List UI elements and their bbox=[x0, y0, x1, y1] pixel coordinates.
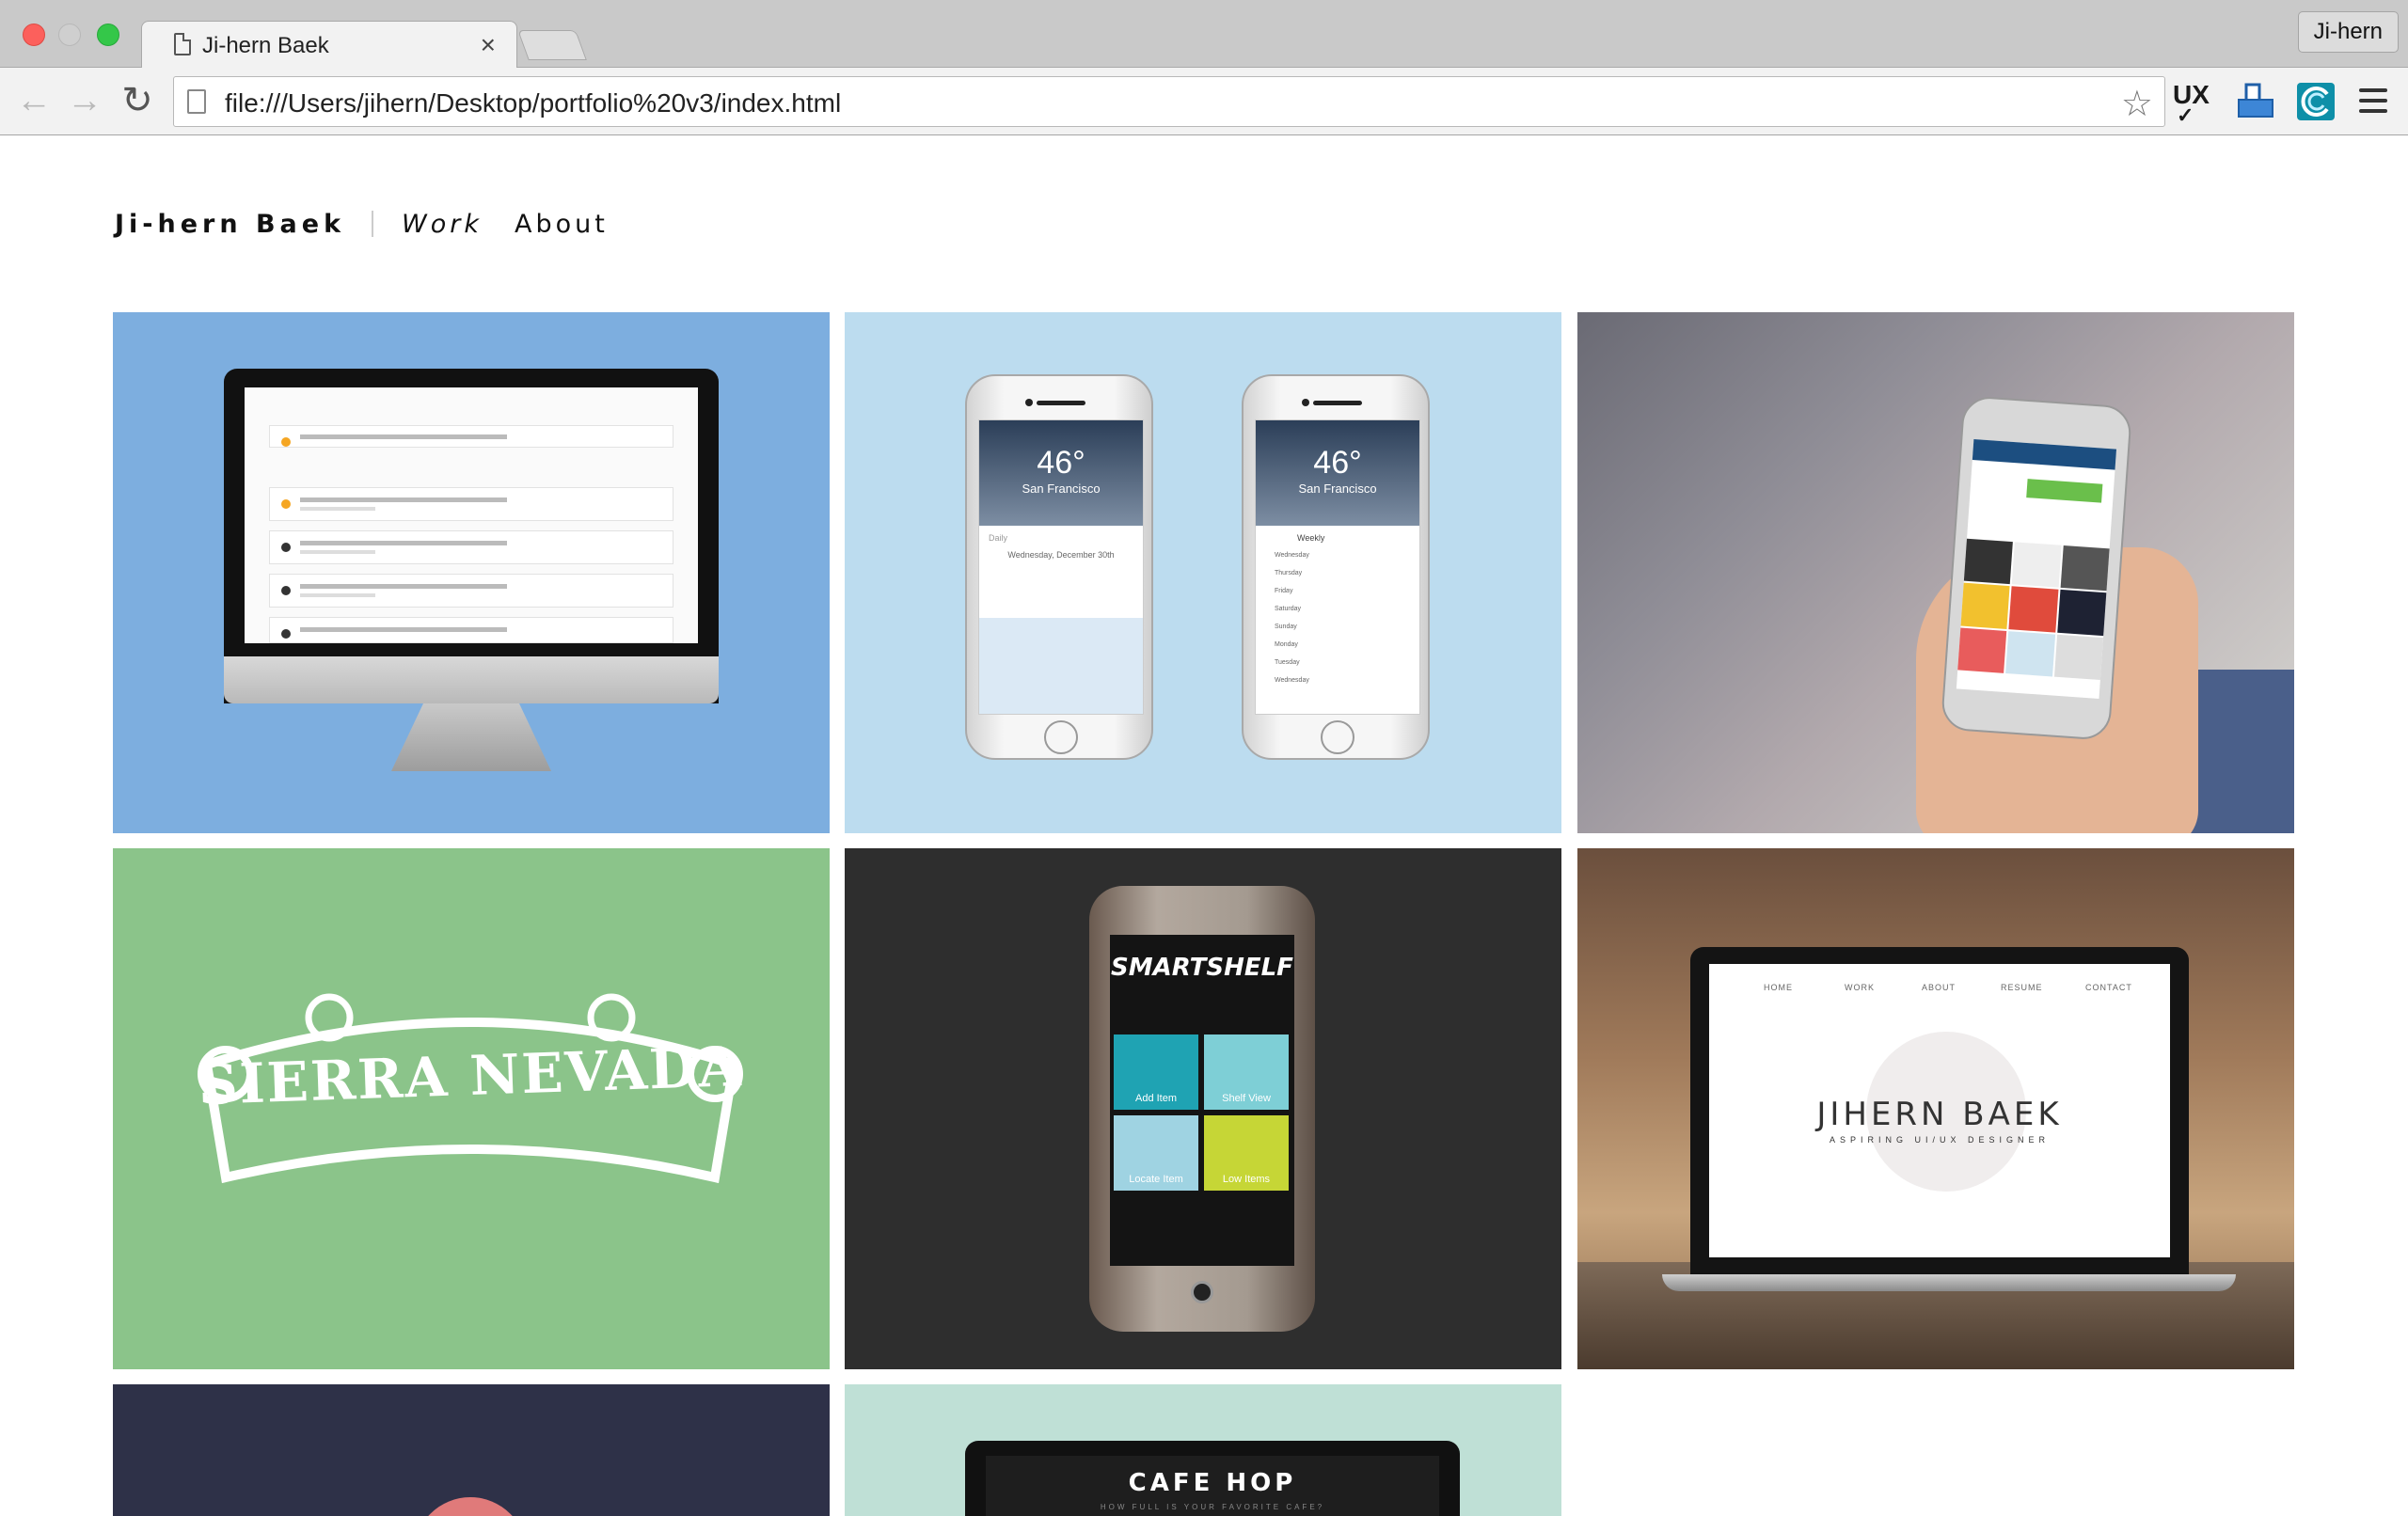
laptop-base bbox=[1662, 1274, 2236, 1291]
red-circle-shape bbox=[414, 1497, 527, 1516]
url-text[interactable]: file:///Users/jihern/Desktop/portfolio%2… bbox=[225, 88, 841, 118]
home-button-icon bbox=[1044, 720, 1078, 754]
feed-row bbox=[269, 487, 673, 521]
weather-phone-weekly: 46° San Francisco Weekly Wednesday Thurs… bbox=[1242, 374, 1430, 760]
alert-banner bbox=[269, 425, 673, 448]
project-tile-weather[interactable]: 46° San Francisco Daily Wednesday, Decem… bbox=[845, 312, 1561, 833]
dashboard-screen bbox=[245, 387, 698, 643]
project-tile-sierra-nevada[interactable]: SIERRA NEVADA bbox=[113, 848, 830, 1369]
home-button-icon bbox=[1321, 720, 1354, 754]
ux-extension-check: ✓ bbox=[2177, 103, 2194, 127]
photo-grid bbox=[1957, 538, 2110, 681]
feed-row bbox=[269, 617, 673, 643]
new-tab-button[interactable] bbox=[517, 30, 587, 60]
add-item-tile: Add Item bbox=[1114, 1034, 1198, 1110]
trackball-icon bbox=[1191, 1281, 1213, 1303]
weather-tab-weekly[interactable]: Weekly bbox=[1256, 526, 1419, 546]
screen-title: JIHERN BAEK bbox=[1816, 1096, 2063, 1133]
temperature-wave bbox=[979, 618, 1143, 714]
cafe-hop-monitor: CAFE HOP HOW FULL IS YOUR FAVORITE CAFE? bbox=[965, 1441, 1460, 1516]
project-tile-portfolio-site[interactable]: HOME WORK ABOUT RESUME CONTACT JIHERN BA… bbox=[1577, 848, 2294, 1369]
page-icon bbox=[174, 33, 191, 55]
screen-nav-resume: RESUME bbox=[2001, 983, 2043, 992]
screen-nav-contact: CONTACT bbox=[2085, 983, 2132, 992]
site-brand[interactable]: Ji-hern Baek bbox=[115, 210, 345, 239]
weather-tab-daily[interactable]: Daily bbox=[979, 526, 1143, 550]
file-icon bbox=[187, 89, 206, 114]
weather-city: San Francisco bbox=[1022, 482, 1101, 496]
weather-city: San Francisco bbox=[1298, 482, 1377, 496]
smartshelf-title: SMARTSHELF bbox=[1111, 954, 1293, 982]
nav-link-work[interactable]: Work bbox=[402, 210, 483, 239]
browser-tab[interactable]: Ji-hern Baek × bbox=[141, 21, 517, 69]
nav-divider bbox=[372, 211, 374, 237]
screen-nav-home: HOME bbox=[1764, 983, 1793, 992]
monitor-stand bbox=[391, 703, 551, 771]
feed-row bbox=[269, 530, 673, 564]
weekly-list: Wednesday Thursday Friday Saturday Sunda… bbox=[1275, 552, 1309, 684]
window-close-button[interactable] bbox=[23, 24, 45, 46]
screen-nav-about: ABOUT bbox=[1922, 983, 1956, 992]
project-tile-cafe-hop[interactable]: CAFE HOP HOW FULL IS YOUR FAVORITE CAFE? bbox=[845, 1384, 1561, 1516]
reload-icon[interactable]: ↻ bbox=[117, 81, 158, 122]
cafe-hop-subtitle: HOW FULL IS YOUR FAVORITE CAFE? bbox=[1100, 1503, 1325, 1511]
print-extension-icon[interactable] bbox=[2235, 81, 2276, 122]
window-minimize-button[interactable] bbox=[58, 24, 81, 46]
tab-strip: Ji-hern Baek × Ji-hern bbox=[0, 0, 2408, 69]
screen-nav-work: WORK bbox=[1845, 983, 1875, 992]
ux-check-extension-icon[interactable]: UX ✓ bbox=[2173, 81, 2210, 127]
android-phone-mockup: SMARTSHELF Add Item Shelf View Locate It… bbox=[1089, 886, 1315, 1332]
monitor-chin bbox=[224, 656, 719, 703]
feed-row bbox=[269, 574, 673, 608]
site-header: Ji-hern Baek Work About bbox=[115, 205, 641, 243]
weather-phone-daily: 46° San Francisco Daily Wednesday, Decem… bbox=[965, 374, 1153, 760]
monitor-mockup bbox=[224, 369, 719, 703]
project-tile-instagram[interactable] bbox=[1577, 312, 2294, 833]
cafe-hop-title: CAFE HOP bbox=[1128, 1469, 1297, 1497]
project-tile-smartshelf[interactable]: SMARTSHELF Add Item Shelf View Locate It… bbox=[845, 848, 1561, 1369]
sierra-nevada-banner-icon bbox=[198, 993, 743, 1184]
screen-subtitle: ASPIRING UI/UX DESIGNER bbox=[1829, 1135, 2051, 1145]
project-tile-dashboard[interactable] bbox=[113, 312, 830, 833]
locate-item-tile: Locate Item bbox=[1114, 1115, 1198, 1191]
swirl-extension-icon[interactable] bbox=[2295, 81, 2337, 122]
low-items-tile: Low Items bbox=[1204, 1115, 1289, 1191]
instagram-phone-mockup bbox=[1940, 395, 2133, 741]
laptop-mockup: HOME WORK ABOUT RESUME CONTACT JIHERN BA… bbox=[1690, 947, 2189, 1274]
hamburger-menu-icon[interactable] bbox=[2359, 88, 2387, 113]
browser-chrome: Ji-hern Baek × Ji-hern ← → ↻ file:///Use… bbox=[0, 0, 2408, 136]
nav-link-about[interactable]: About bbox=[515, 210, 609, 239]
weather-temp: 46° bbox=[1037, 445, 1085, 481]
back-icon[interactable]: ← bbox=[13, 81, 55, 122]
tab-close-icon[interactable]: × bbox=[481, 30, 496, 60]
weather-temp: 46° bbox=[1313, 445, 1362, 481]
bookmark-star-icon[interactable]: ☆ bbox=[2121, 83, 2153, 125]
project-tile-dark[interactable] bbox=[113, 1384, 830, 1516]
browser-toolbar: ← → ↻ file:///Users/jihern/Desktop/portf… bbox=[0, 68, 2408, 135]
weather-date: Wednesday, December 30th bbox=[1007, 550, 1115, 560]
shelf-view-tile: Shelf View bbox=[1204, 1034, 1289, 1110]
profile-button[interactable]: Ji-hern bbox=[2297, 11, 2399, 53]
window-maximize-button[interactable] bbox=[97, 24, 119, 46]
forward-icon[interactable]: → bbox=[64, 81, 105, 122]
address-bar[interactable]: file:///Users/jihern/Desktop/portfolio%2… bbox=[173, 76, 2165, 127]
tab-title: Ji-hern Baek bbox=[202, 33, 329, 58]
